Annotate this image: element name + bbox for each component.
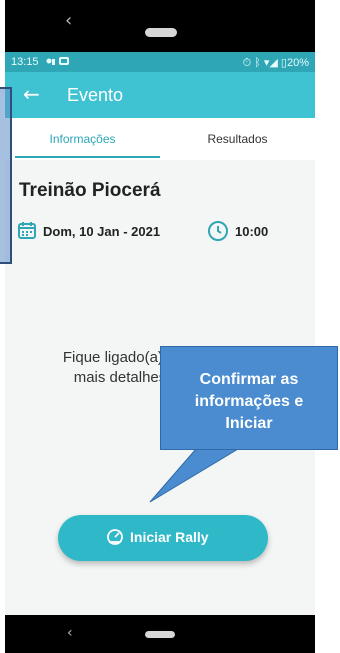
callout-line-1: Confirmar as — [199, 371, 299, 388]
callout-line-3: Iniciar — [225, 415, 273, 432]
back-arrow-icon[interactable]: ← — [23, 82, 40, 106]
event-title: Treinão Piocerá — [19, 180, 161, 201]
home-pill-icon[interactable] — [145, 28, 177, 37]
app-bar: ← Evento — [5, 72, 315, 118]
tab-resultados[interactable]: Resultados — [160, 118, 315, 160]
start-rally-label: Iniciar Rally — [130, 529, 209, 545]
active-tab-indicator — [15, 156, 160, 158]
notification-icons — [45, 55, 73, 70]
top-system-bar: ‹ — [5, 0, 315, 52]
start-rally-button[interactable]: Iniciar Rally — [58, 515, 268, 561]
system-back-icon[interactable]: ‹ — [65, 10, 72, 31]
annotation-overlay-left — [0, 87, 12, 264]
bottom-system-bar: ‹ — [5, 615, 315, 653]
speedometer-icon — [107, 529, 123, 545]
calendar-icon — [18, 222, 36, 239]
callout-box: Confirmar as informações e Iniciar — [160, 346, 338, 450]
home-pill-bottom-icon[interactable] — [145, 631, 175, 638]
phone-screen: ‹ 13:15 ⏱ ᛒ ▾◢ ▯20% ← Evento Informações… — [5, 0, 315, 653]
clock-icon — [208, 221, 228, 241]
page-title: Evento — [67, 85, 124, 105]
status-right-icons: ⏱ ᛒ ▾◢ ▯20% — [242, 57, 309, 69]
event-time: 10:00 — [235, 224, 269, 239]
status-bar: 13:15 ⏱ ᛒ ▾◢ ▯20% — [5, 52, 315, 72]
event-date: Dom, 10 Jan - 2021 — [43, 224, 161, 239]
tab-informacoes[interactable]: Informações — [5, 118, 160, 160]
tab-bar: Informações Resultados — [5, 118, 315, 160]
callout-line-2: informações e — [194, 393, 304, 410]
notification-glyphs-icon — [46, 57, 69, 65]
status-time: 13:15 — [11, 56, 39, 68]
system-back-bottom-icon[interactable]: ‹ — [67, 625, 73, 641]
